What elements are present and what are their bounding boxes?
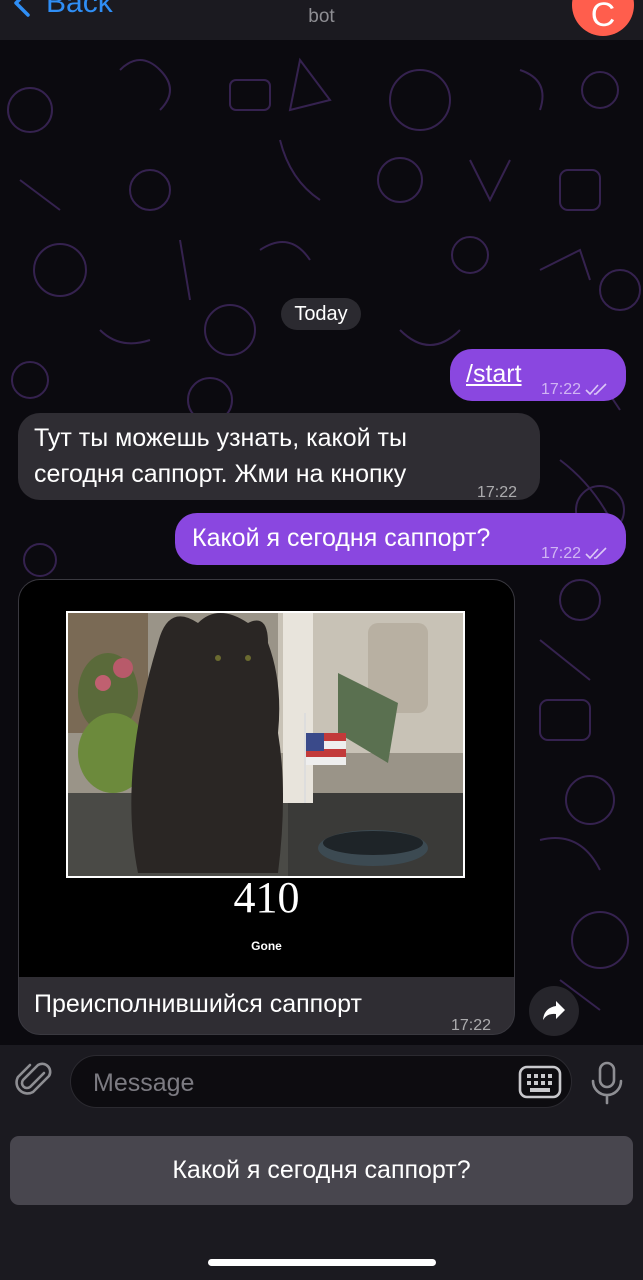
message-field[interactable] bbox=[70, 1055, 572, 1108]
time-text: 17:22 bbox=[541, 545, 582, 562]
reply-keyboard: Какой я сегодня саппорт? bbox=[0, 1120, 643, 1280]
cat-photo bbox=[66, 611, 465, 878]
error-text: Gone bbox=[251, 939, 282, 953]
message-time: 17:22 bbox=[477, 484, 518, 501]
chat-subtitle: bot bbox=[308, 6, 335, 27]
demotivator-image[interactable]: 410 Gone bbox=[19, 580, 514, 977]
message-time: 17:22 bbox=[541, 536, 609, 572]
message-time: 17:22 bbox=[451, 1017, 492, 1034]
forward-button[interactable] bbox=[529, 986, 579, 1036]
image-caption: Преисполнившийся саппорт bbox=[34, 990, 362, 1018]
message-time: 17:22 bbox=[541, 372, 609, 408]
avatar[interactable]: С bbox=[572, 0, 634, 36]
message-text: Тут ты можешь узнать, какой ты сегодня с… bbox=[34, 424, 407, 488]
avatar-letter: С bbox=[590, 0, 616, 34]
forward-icon bbox=[543, 1001, 565, 1020]
time-text: 17:22 bbox=[541, 381, 582, 398]
date-chip: Today bbox=[281, 298, 361, 330]
message-bubble-incoming[interactable]: Тут ты можешь узнать, какой ты сегодня с… bbox=[18, 413, 540, 501]
message-input-bar bbox=[0, 1045, 643, 1120]
message-text: Какой я сегодня саппорт? bbox=[192, 524, 491, 552]
message-bubble-outgoing[interactable]: Какой я сегодня саппорт? 17:22 bbox=[175, 513, 626, 565]
message-bubble-outgoing[interactable]: /start 17:22 bbox=[450, 349, 626, 401]
microphone-icon[interactable] bbox=[588, 1061, 626, 1105]
double-check-icon bbox=[585, 547, 607, 560]
command-link[interactable]: /start bbox=[466, 356, 522, 392]
double-check-icon bbox=[585, 383, 607, 396]
paperclip-icon[interactable] bbox=[14, 1059, 56, 1101]
chat-area[interactable]: Today /start 17:22 Тут ты можешь узнать,… bbox=[0, 40, 643, 1045]
reply-keyboard-button[interactable]: Какой я сегодня саппорт? bbox=[10, 1136, 633, 1205]
error-code: 410 bbox=[233, 873, 300, 922]
cat-photo-illustration bbox=[68, 613, 463, 876]
home-indicator bbox=[208, 1259, 436, 1266]
image-message-bubble[interactable]: 410 Gone Преисполнившийся саппорт 17:22 bbox=[18, 579, 515, 1035]
keyboard-icon[interactable] bbox=[518, 1065, 562, 1099]
chat-header: Back bot С bbox=[0, 0, 643, 40]
message-input[interactable] bbox=[91, 1064, 495, 1102]
